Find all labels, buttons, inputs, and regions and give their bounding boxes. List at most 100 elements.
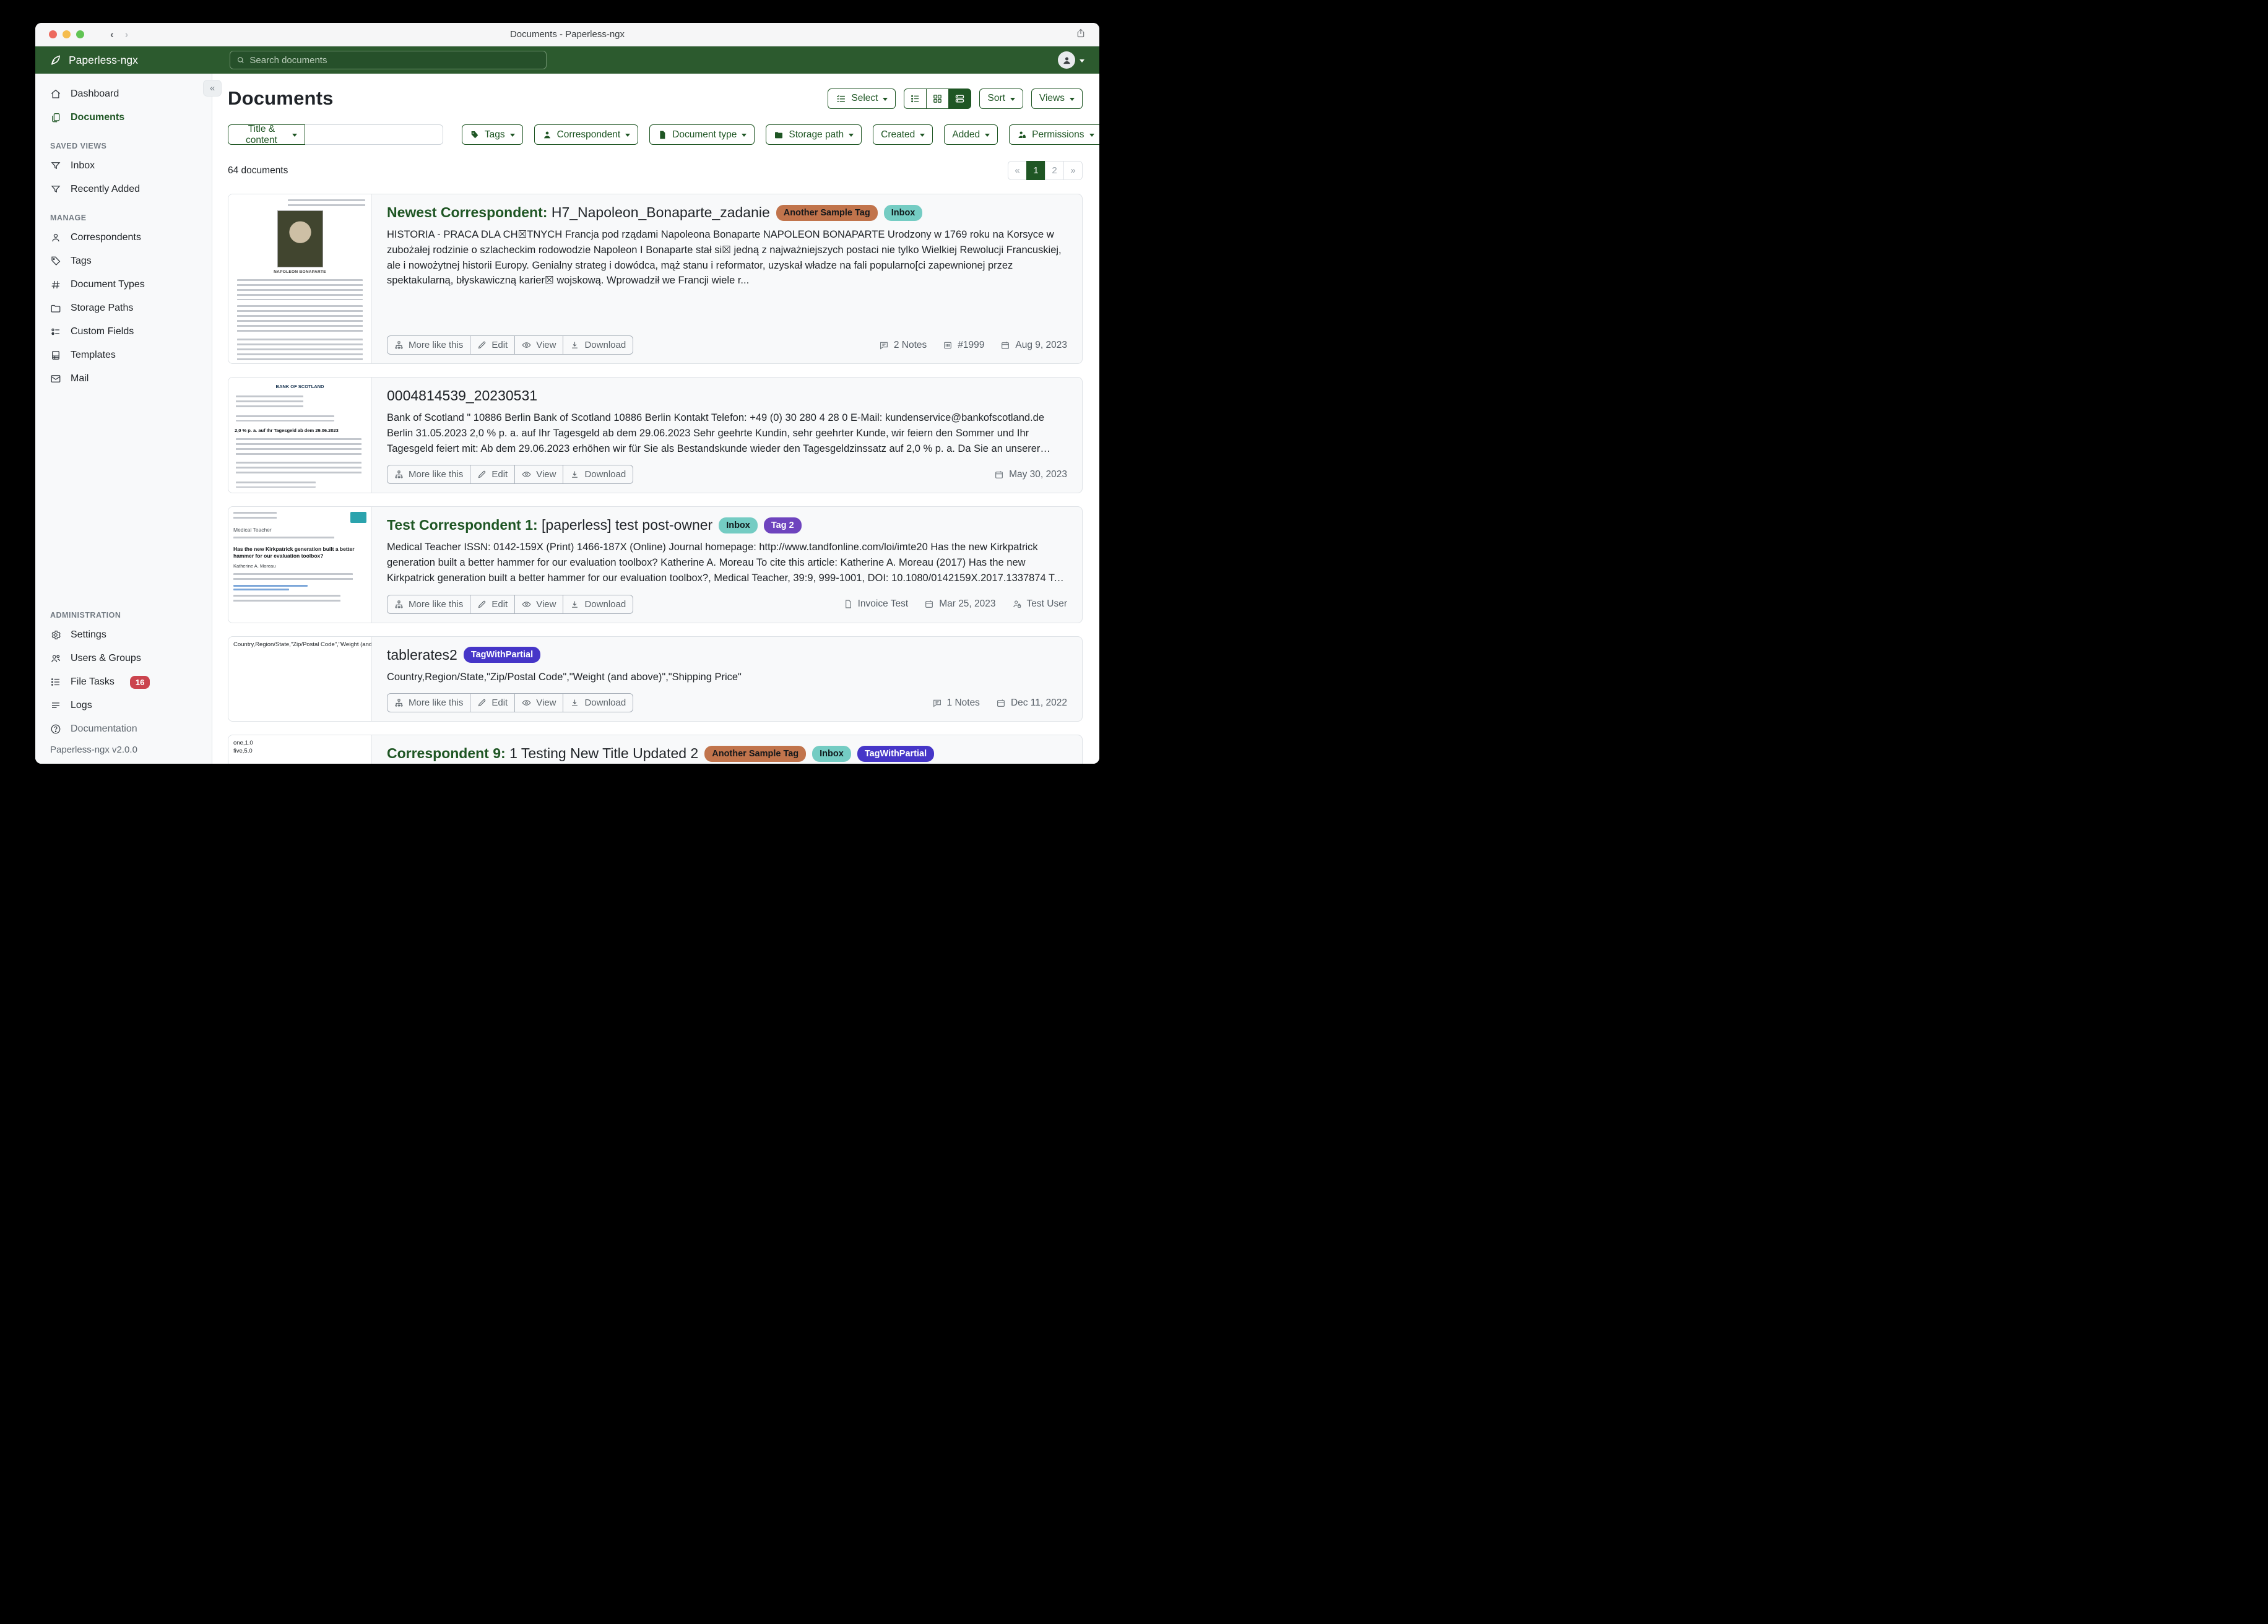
- tag-badge[interactable]: TagWithPartial: [857, 746, 934, 762]
- tag-badge[interactable]: Tag 2: [764, 517, 802, 533]
- pagination-prev[interactable]: «: [1008, 161, 1027, 180]
- pagination-page-2[interactable]: 2: [1045, 161, 1064, 180]
- sidebar-item-file-tasks[interactable]: File Tasks 16: [35, 670, 212, 694]
- document-title-link[interactable]: H7_Napoleon_Bonaparte_zadanie: [552, 204, 770, 220]
- sidebar-item-templates[interactable]: Templates: [35, 343, 212, 367]
- filter-correspondent-button[interactable]: Correspondent: [534, 124, 639, 145]
- tag-badge[interactable]: Inbox: [884, 205, 923, 221]
- sidebar-item-storage-paths[interactable]: Storage Paths: [35, 296, 212, 320]
- download-button[interactable]: Download: [563, 595, 633, 614]
- document-thumbnail[interactable]: BANK OF SCOTLAND 2,0 % p. a. auf Ihr Tag…: [228, 378, 372, 493]
- sidebar-item-documents[interactable]: Documents: [35, 106, 212, 129]
- tag-badge[interactable]: Another Sample Tag: [776, 205, 878, 221]
- view-button[interactable]: View: [514, 465, 563, 484]
- filter-text-input[interactable]: [305, 124, 443, 145]
- sidebar-item-label: Storage Paths: [71, 303, 133, 314]
- sidebar-item-recently-added[interactable]: Recently Added: [35, 178, 212, 201]
- sidebar-item-settings[interactable]: Settings: [35, 623, 212, 647]
- pencil-icon: [477, 600, 487, 609]
- view-toggle-grid[interactable]: [926, 89, 949, 109]
- filter-document-type-button[interactable]: Document type: [649, 124, 755, 145]
- views-button[interactable]: Views: [1031, 89, 1083, 109]
- sidebar-item-label: Custom Fields: [71, 326, 134, 337]
- download-button[interactable]: Download: [563, 335, 633, 355]
- tag-badge[interactable]: Inbox: [812, 746, 851, 762]
- filter-created-button[interactable]: Created: [873, 124, 933, 145]
- more-like-this-button[interactable]: More like this: [387, 335, 470, 355]
- share-icon[interactable]: [1076, 28, 1086, 41]
- document-correspondent-link[interactable]: Test Correspondent 1:: [387, 517, 538, 533]
- document-actions: More like this Edit View Download: [387, 465, 633, 484]
- app-version: Paperless-ngx v2.0.0: [35, 741, 212, 764]
- document-correspondent-link[interactable]: Correspondent 9:: [387, 745, 506, 761]
- filter-added-button[interactable]: Added: [944, 124, 998, 145]
- sidebar-item-custom-fields[interactable]: Custom Fields: [35, 320, 212, 343]
- document-thumbnail[interactable]: Medical Teacher Has the new Kirkpatrick …: [228, 507, 372, 622]
- view-toggle-table[interactable]: [904, 89, 927, 109]
- created-date: Mar 25, 2023: [924, 598, 995, 610]
- filter-tags-button[interactable]: Tags: [462, 124, 523, 145]
- app-brand[interactable]: Paperless-ngx: [35, 54, 212, 67]
- search-icon: [236, 56, 245, 64]
- chevron-down-icon: [292, 134, 297, 137]
- tag-badge[interactable]: Another Sample Tag: [704, 746, 806, 762]
- document-thumbnail[interactable]: NAPOLEON BONAPARTE: [228, 194, 372, 363]
- more-like-this-button[interactable]: More like this: [387, 595, 470, 614]
- document-excerpt: Country,Region/State,"Zip/Postal Code","…: [387, 670, 1067, 685]
- sidebar-collapse-button[interactable]: «: [203, 80, 222, 97]
- view-button[interactable]: View: [514, 595, 563, 614]
- notes-count[interactable]: 1 Notes: [932, 698, 980, 709]
- select-button[interactable]: Select: [828, 89, 896, 109]
- document-type[interactable]: Invoice Test: [843, 598, 909, 610]
- document-thumbnail[interactable]: one,1.0five,5.0: [228, 735, 372, 764]
- filter-permissions-button[interactable]: Permissions: [1009, 124, 1099, 145]
- filter-storage-path-button[interactable]: Storage path: [766, 124, 862, 145]
- sidebar-item-mail[interactable]: Mail: [35, 367, 212, 391]
- tag-badge[interactable]: Inbox: [719, 517, 758, 533]
- sidebar-item-users-groups[interactable]: Users & Groups: [35, 647, 212, 670]
- view-button[interactable]: View: [514, 693, 563, 712]
- document-title-link[interactable]: 0004814539_20230531: [387, 387, 537, 404]
- document-thumbnail[interactable]: Country,Region/State,"Zip/Postal Code","…: [228, 637, 372, 722]
- sidebar-item-dashboard[interactable]: Dashboard: [35, 82, 212, 106]
- pagination-page-1[interactable]: 1: [1026, 161, 1045, 180]
- sidebar-item-inbox[interactable]: Inbox: [35, 154, 212, 178]
- zoom-window-button[interactable]: [76, 30, 84, 38]
- tag-badge[interactable]: TagWithPartial: [464, 647, 540, 663]
- edit-button[interactable]: Edit: [470, 465, 515, 484]
- thumbnail-article-heading: Has the new Kirkpatrick generation built…: [233, 546, 366, 559]
- edit-button[interactable]: Edit: [470, 693, 515, 712]
- download-button[interactable]: Download: [563, 465, 633, 484]
- minimize-window-button[interactable]: [63, 30, 71, 38]
- document-title-link[interactable]: tablerates2: [387, 647, 457, 663]
- download-button[interactable]: Download: [563, 693, 633, 712]
- global-search[interactable]: [230, 51, 547, 69]
- view-mode-toggle: [904, 89, 971, 109]
- sidebar-item-tags[interactable]: Tags: [35, 249, 212, 273]
- edit-button[interactable]: Edit: [470, 595, 515, 614]
- filter-icon: [50, 184, 61, 195]
- notes-count[interactable]: 2 Notes: [879, 340, 927, 351]
- document-correspondent-link[interactable]: Newest Correspondent:: [387, 204, 547, 220]
- sidebar-item-documentation[interactable]: Documentation: [35, 717, 212, 741]
- more-like-this-button[interactable]: More like this: [387, 693, 470, 712]
- more-like-this-button[interactable]: More like this: [387, 465, 470, 484]
- sidebar-item-correspondents[interactable]: Correspondents: [35, 226, 212, 249]
- view-button[interactable]: View: [514, 335, 563, 355]
- view-toggle-detail[interactable]: [948, 89, 971, 109]
- close-window-button[interactable]: [49, 30, 57, 38]
- user-menu[interactable]: [1058, 51, 1084, 69]
- search-input[interactable]: [249, 55, 540, 66]
- sidebar-item-logs[interactable]: Logs: [35, 694, 212, 717]
- document-title-link[interactable]: [paperless] test post-owner: [542, 517, 712, 533]
- edit-button[interactable]: Edit: [470, 335, 515, 355]
- filter-field-button[interactable]: Title & content: [228, 124, 305, 145]
- chevron-down-icon: [883, 98, 888, 101]
- pagination-next[interactable]: »: [1063, 161, 1083, 180]
- documents-icon: [50, 112, 61, 123]
- document-title-link[interactable]: 1 Testing New Title Updated 2: [509, 745, 698, 761]
- sidebar-item-document-types[interactable]: Document Types: [35, 273, 212, 296]
- eye-icon: [522, 698, 531, 707]
- back-icon[interactable]: ‹: [110, 28, 114, 41]
- sort-button[interactable]: Sort: [979, 89, 1023, 109]
